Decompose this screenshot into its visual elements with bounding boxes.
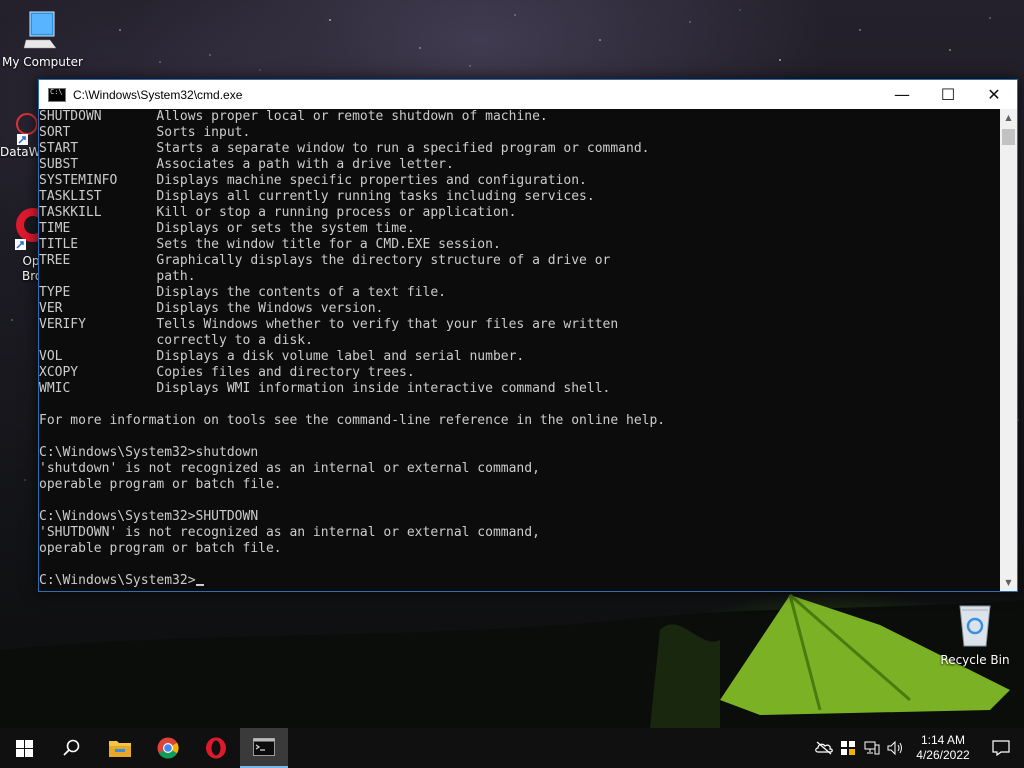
taskbar-opera[interactable]	[192, 728, 240, 768]
clock-time: 1:14 AM	[920, 733, 966, 747]
console-line: SYSTEMINFO Displays machine specific pro…	[39, 173, 587, 188]
console-line: SUBST Associates a path with a drive let…	[39, 157, 454, 172]
network-icon[interactable]	[860, 728, 884, 768]
console-line: C:\Windows\System32>shutdown	[39, 445, 259, 460]
opera-icon	[15, 208, 40, 250]
notification-icon	[992, 740, 1010, 756]
console-line: SHUTDOWN Allows proper local or remote s…	[39, 109, 548, 124]
taskbar-chrome[interactable]	[144, 728, 192, 768]
desktop-icon-dataw[interactable]: DataW	[0, 110, 40, 159]
console-prompt-line[interactable]: C:\Windows\System32>	[39, 573, 999, 589]
console-line: VER Displays the Windows version.	[39, 301, 384, 316]
computer-icon	[23, 11, 57, 49]
console-line: 'SHUTDOWN' is not recognized as an inter…	[39, 525, 540, 540]
volume-icon[interactable]	[884, 728, 908, 768]
maximize-button[interactable]: ☐	[925, 80, 971, 109]
console-line: TASKLIST Displays all currently running …	[39, 189, 595, 204]
clock-date: 4/26/2022	[916, 748, 970, 762]
onedrive-offline-icon[interactable]	[812, 728, 836, 768]
security-icon[interactable]	[836, 728, 860, 768]
console-prompt: C:\Windows\System32>	[39, 573, 196, 588]
console-line: TITLE Sets the window title for a CMD.EX…	[39, 237, 501, 252]
console-line: TREE Graphically displays the directory …	[39, 253, 611, 268]
console-line: TYPE Displays the contents of a text fil…	[39, 285, 446, 300]
console-line: For more information on tools see the co…	[39, 413, 666, 428]
console-line: VOL Displays a disk volume label and ser…	[39, 349, 525, 364]
taskbar-file-explorer[interactable]	[96, 728, 144, 768]
system-tray: 1:14 AM 4/26/2022	[812, 728, 1024, 768]
console-line: WMIC Displays WMI information inside int…	[39, 381, 611, 396]
opera-icon	[206, 737, 226, 759]
vertical-scrollbar[interactable]: ▲ ▼	[1000, 109, 1017, 591]
scroll-down-arrow-icon[interactable]: ▼	[1000, 574, 1017, 591]
console-line: operable program or batch file.	[39, 477, 282, 492]
desktop-icon-my-computer[interactable]: My Computer	[2, 10, 83, 69]
desktop-icon-label: Op Brov	[22, 254, 40, 283]
landscape-hill	[0, 593, 1024, 728]
recycle-bin-icon	[959, 605, 991, 647]
console-line: 'shutdown' is not recognized as an inter…	[39, 461, 540, 476]
start-button[interactable]	[0, 728, 48, 768]
console-line: XCOPY Copies files and directory trees.	[39, 365, 415, 380]
console-line: operable program or batch file.	[39, 541, 282, 556]
console-line: TIME Displays or sets the system time.	[39, 221, 415, 236]
window-title: C:\Windows\System32\cmd.exe	[73, 87, 243, 102]
search-button[interactable]	[48, 728, 96, 768]
scroll-up-arrow-icon[interactable]: ▲	[1000, 109, 1017, 126]
taskbar: 1:14 AM 4/26/2022	[0, 728, 1024, 768]
console-line: correctly to a disk.	[39, 333, 313, 348]
cmd-icon	[48, 87, 66, 102]
close-button[interactable]: ✕	[971, 80, 1017, 109]
search-icon	[63, 739, 80, 756]
console-line: VERIFY Tells Windows whether to verify t…	[39, 317, 619, 332]
action-center-button[interactable]	[978, 728, 1024, 768]
scroll-thumb[interactable]	[1002, 129, 1015, 145]
console-line: SORT Sorts input.	[39, 125, 251, 140]
desktop-icon-label: Recycle Bin	[940, 653, 1010, 667]
title-bar[interactable]: C:\Windows\System32\cmd.exe — ☐ ✕	[39, 80, 1017, 109]
desktop-icon-label: DataW	[0, 145, 40, 159]
desktop-icon-label: My Computer	[2, 55, 83, 69]
clock[interactable]: 1:14 AM 4/26/2022	[908, 733, 978, 763]
minimize-button[interactable]: —	[879, 80, 925, 109]
app-shortcut-icon	[16, 113, 38, 145]
chrome-icon	[157, 737, 179, 759]
windows-logo-icon	[15, 739, 33, 757]
console-line: path.	[39, 269, 196, 284]
desktop-icon-recycle-bin[interactable]: Recycle Bin	[940, 600, 1010, 667]
console-output[interactable]: SHUTDOWN Allows proper local or remote s…	[39, 109, 999, 591]
text-cursor	[195, 584, 204, 586]
console-line: START Starts a separate window to run a …	[39, 141, 650, 156]
folder-icon	[109, 741, 131, 757]
command-prompt-icon	[253, 738, 275, 756]
cmd-window[interactable]: C:\Windows\System32\cmd.exe — ☐ ✕ SHUTDO…	[38, 79, 1018, 592]
taskbar-cmd[interactable]	[240, 728, 288, 768]
console-line: TASKKILL Kill or stop a running process …	[39, 205, 517, 220]
desktop-icon-opera-browser[interactable]: Op Brov	[0, 205, 40, 284]
console-line: C:\Windows\System32>SHUTDOWN	[39, 509, 259, 524]
